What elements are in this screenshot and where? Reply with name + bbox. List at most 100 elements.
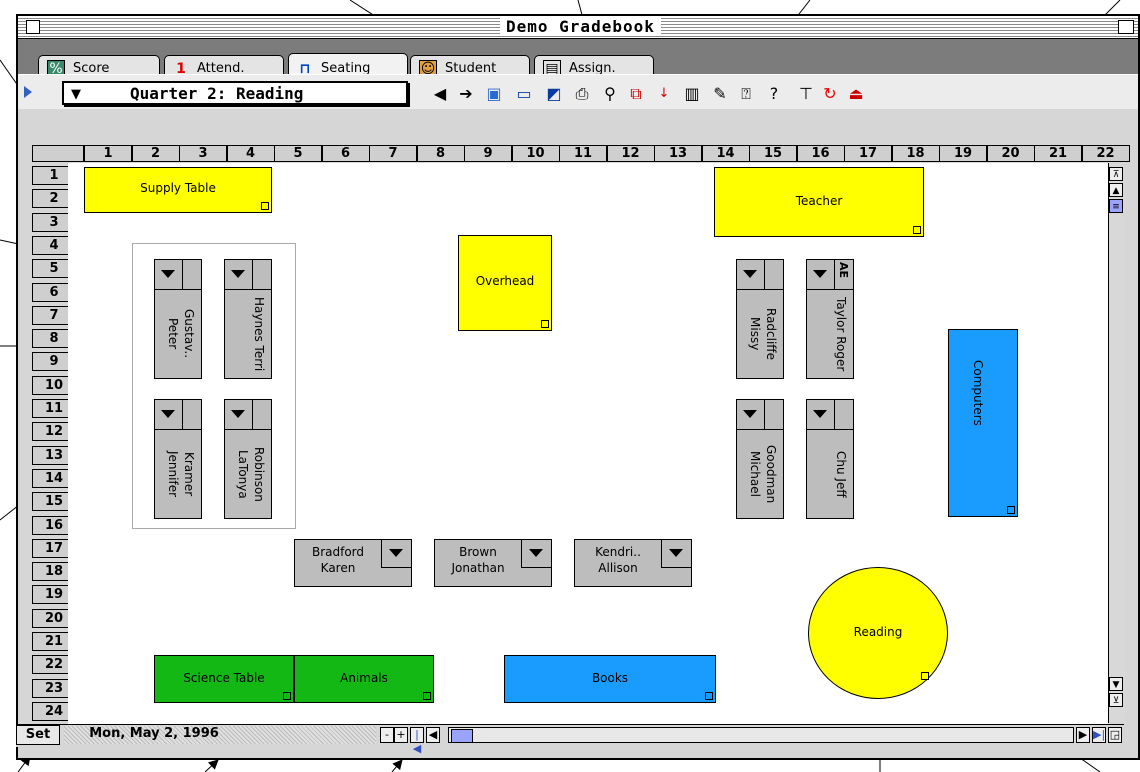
student-desk-goodman[interactable]: Goodman Michael <box>736 399 784 519</box>
scroll-bottom-icon[interactable]: ⊻ <box>1109 693 1123 707</box>
footer-bar: Set Mon, May 2, 1996 - + |◀ ◀ ▶ ▶| ◲ <box>16 724 1124 755</box>
chevron-down-icon <box>161 270 175 278</box>
student-desk-kendri[interactable]: Kendri.. Allison <box>574 539 692 587</box>
resize-handle[interactable] <box>705 692 713 700</box>
scroll-thumb[interactable]: ≡ <box>1109 199 1123 213</box>
refresh-icon[interactable]: ↻ <box>818 83 842 105</box>
scroll-up-icon[interactable]: ▲ <box>1109 183 1123 197</box>
column-header: 16 <box>796 145 845 162</box>
student-desk-haynes[interactable]: Haynes Terri <box>224 259 272 379</box>
reading-circle[interactable]: Reading <box>808 567 948 699</box>
expand-triangle-icon[interactable] <box>24 86 32 98</box>
chevron-down-icon: ▼ <box>71 87 81 102</box>
student-desk-robinson[interactable]: Robinson LaTonya <box>224 399 272 519</box>
column-header: 15 <box>749 145 797 162</box>
desk-menu-button[interactable] <box>225 260 253 290</box>
teacher-desk[interactable]: Teacher <box>714 167 924 237</box>
horizontal-scrollbar[interactable] <box>448 727 1074 743</box>
help-icon[interactable]: ⍰ <box>734 83 758 105</box>
student-last-name: Haynes <box>252 296 266 342</box>
student-desk-radcliffe[interactable]: Radcliffe Missy <box>736 259 784 379</box>
desk-menu-button[interactable] <box>807 400 835 430</box>
science-table[interactable]: Science Table <box>154 655 294 703</box>
scroll-last-icon[interactable]: ▶| <box>1092 727 1106 743</box>
scroll-first-icon[interactable]: |◀ <box>410 727 424 755</box>
scroll-left-icon[interactable]: ◀ <box>426 727 440 743</box>
desk-menu-button[interactable] <box>381 540 411 568</box>
desk-menu-button[interactable] <box>155 400 183 430</box>
previous-page-icon[interactable]: ◀ <box>428 83 452 105</box>
chevron-down-icon <box>743 270 757 278</box>
vertical-scrollbar[interactable]: ⊼ ▲ ≡ ▼ ⊻ <box>1108 163 1125 723</box>
export-icon[interactable]: ⧉ <box>624 83 648 105</box>
close-box[interactable] <box>26 20 40 34</box>
student-desk-taylor[interactable]: AE Taylor Roger <box>806 259 854 379</box>
scroll-right-icon[interactable]: ▶ <box>1076 727 1090 743</box>
books-object[interactable]: Books <box>504 655 716 703</box>
resize-handle[interactable] <box>283 692 291 700</box>
desk-menu-button[interactable] <box>737 260 765 290</box>
overhead-object[interactable]: Overhead <box>458 235 552 331</box>
title-bar[interactable]: Demo Gradebook <box>18 16 1138 39</box>
folder-icon[interactable]: ▭ <box>512 83 536 105</box>
desk-menu-button[interactable] <box>521 540 551 568</box>
zoom-box[interactable] <box>1118 20 1134 34</box>
sort-ab-icon[interactable]: ▣ <box>482 83 506 105</box>
student-last-name: Goodman <box>764 444 778 504</box>
resize-handle[interactable] <box>913 226 921 234</box>
label-printer-icon[interactable]: ⏏ <box>844 83 868 105</box>
student-desk-gustav[interactable]: Gustav.. Peter <box>154 259 202 379</box>
search-icon[interactable]: ⚲ <box>598 83 622 105</box>
column-header: 4 <box>226 145 275 162</box>
student-desk-chu[interactable]: Chu Jeff <box>806 399 854 519</box>
chart-icon[interactable]: ◩ <box>542 83 566 105</box>
resize-grip-icon[interactable]: ◲ <box>1108 727 1122 743</box>
set-date-button[interactable]: Set <box>16 725 60 745</box>
resize-handle[interactable] <box>921 672 929 680</box>
status-badge: AE <box>837 262 850 279</box>
scroll-top-icon[interactable]: ⊼ <box>1109 167 1123 181</box>
toolbar: ▼ Quarter 2: Reading ◀ ➔ ▣ ▭ ◩ ⎙ ⚲ ⧉ ↓ ▥… <box>18 74 1138 109</box>
eraser-icon[interactable]: ✎ <box>708 83 732 105</box>
scroll-down-icon[interactable]: ▼ <box>1109 677 1123 691</box>
chevron-down-icon <box>813 270 827 278</box>
computers-label: Computers <box>971 360 985 426</box>
horizontal-scroll-thumb[interactable] <box>451 729 473 743</box>
next-page-icon[interactable]: ➔ <box>454 83 478 105</box>
column-header: 10 <box>511 145 560 162</box>
chevron-down-icon <box>669 549 683 557</box>
student-desk-brown[interactable]: Brown Jonathan <box>434 539 552 587</box>
resize-handle[interactable] <box>541 320 549 328</box>
student-desk-kramer[interactable]: Kramer Jennifer <box>154 399 202 519</box>
animals-object[interactable]: Animals <box>294 655 434 703</box>
resize-handle[interactable] <box>261 202 269 210</box>
column-header: 9 <box>464 145 512 162</box>
date-minus-button[interactable]: - <box>380 727 394 743</box>
seating-canvas[interactable]: Supply Table Teacher Overhead Computers … <box>68 163 1108 724</box>
overhead-label: Overhead <box>475 274 535 288</box>
column-header: 14 <box>701 145 750 162</box>
reading-label: Reading <box>853 625 903 639</box>
student-first-name: Allison <box>598 561 638 575</box>
student-desk-bradford[interactable]: Bradford Karen <box>294 539 412 587</box>
computers-object[interactable]: Computers <box>948 329 1018 517</box>
desk-menu-button[interactable] <box>225 400 253 430</box>
desk-menu-button[interactable] <box>807 260 835 290</box>
desk-menu-button[interactable] <box>737 400 765 430</box>
print-icon[interactable]: ⎙ <box>570 83 594 105</box>
student-last-name: Kendri.. <box>595 545 641 559</box>
student-first-name: Michael <box>748 451 762 497</box>
sort-down-icon[interactable]: ↓ <box>652 83 676 105</box>
date-plus-button[interactable]: + <box>394 727 408 743</box>
resize-handle[interactable] <box>423 692 431 700</box>
student-last-name: Bradford <box>311 545 365 559</box>
supply-table[interactable]: Supply Table <box>84 167 272 213</box>
trash-icon[interactable]: ▥ <box>680 83 704 105</box>
class-selector-popup[interactable]: ▼ Quarter 2: Reading <box>62 81 408 105</box>
resize-handle[interactable] <box>1007 506 1015 514</box>
column-header: 21 <box>1034 145 1082 162</box>
help-balloon-icon[interactable]: ? <box>762 83 786 105</box>
desk-menu-button[interactable] <box>155 260 183 290</box>
desk-menu-button[interactable] <box>661 540 691 568</box>
add-desk-icon[interactable]: ⊤ <box>794 83 818 105</box>
